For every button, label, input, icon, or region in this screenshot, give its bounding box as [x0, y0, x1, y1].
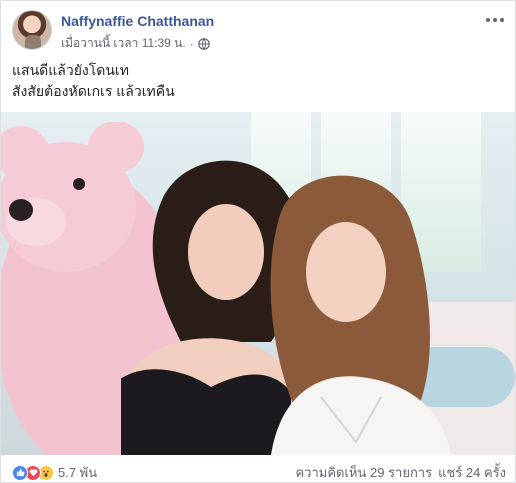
reaction-count[interactable]: 5.7 พัน: [58, 462, 97, 483]
globe-icon[interactable]: [197, 37, 210, 50]
feed-post: Naffynaffie Chatthanan เมื่อวานนี้ เวลา …: [0, 0, 516, 483]
author-avatar[interactable]: [12, 10, 52, 50]
post-text-line: สังสัยต้องหัดเกเร แล้วเทคืน: [12, 83, 175, 99]
photo-subjects: [121, 160, 451, 455]
post-photo[interactable]: [1, 112, 515, 455]
post-text-line: แสนดีแล้วยังโดนเท: [12, 62, 129, 78]
post-meta: เมื่อวานนี้ เวลา 11:39 น. ·: [61, 34, 210, 53]
more-options-icon[interactable]: [484, 12, 506, 28]
comments-count-link[interactable]: ความคิดเห็น 29 รายการ: [295, 462, 432, 483]
meta-separator: ·: [189, 36, 194, 51]
author-name[interactable]: Naffynaffie Chatthanan: [61, 13, 214, 29]
post-footer: 5.7 พัน ความคิดเห็น 29 รายการ แชร์ 24 คร…: [12, 462, 506, 483]
reactions-summary[interactable]: 5.7 พัน: [12, 462, 97, 483]
post-header: Naffynaffie Chatthanan เมื่อวานนี้ เวลา …: [12, 10, 506, 54]
shares-count-link[interactable]: แชร์ 24 ครั้ง: [438, 462, 506, 483]
engagement-stats: ความคิดเห็น 29 รายการ แชร์ 24 ครั้ง: [295, 462, 506, 483]
post-text: แสนดีแล้วยังโดนเท สังสัยต้องหัดเกเร แล้ว…: [12, 60, 506, 102]
post-timestamp[interactable]: เมื่อวานนี้ เวลา 11:39 น.: [61, 34, 186, 53]
like-icon: [12, 464, 28, 481]
